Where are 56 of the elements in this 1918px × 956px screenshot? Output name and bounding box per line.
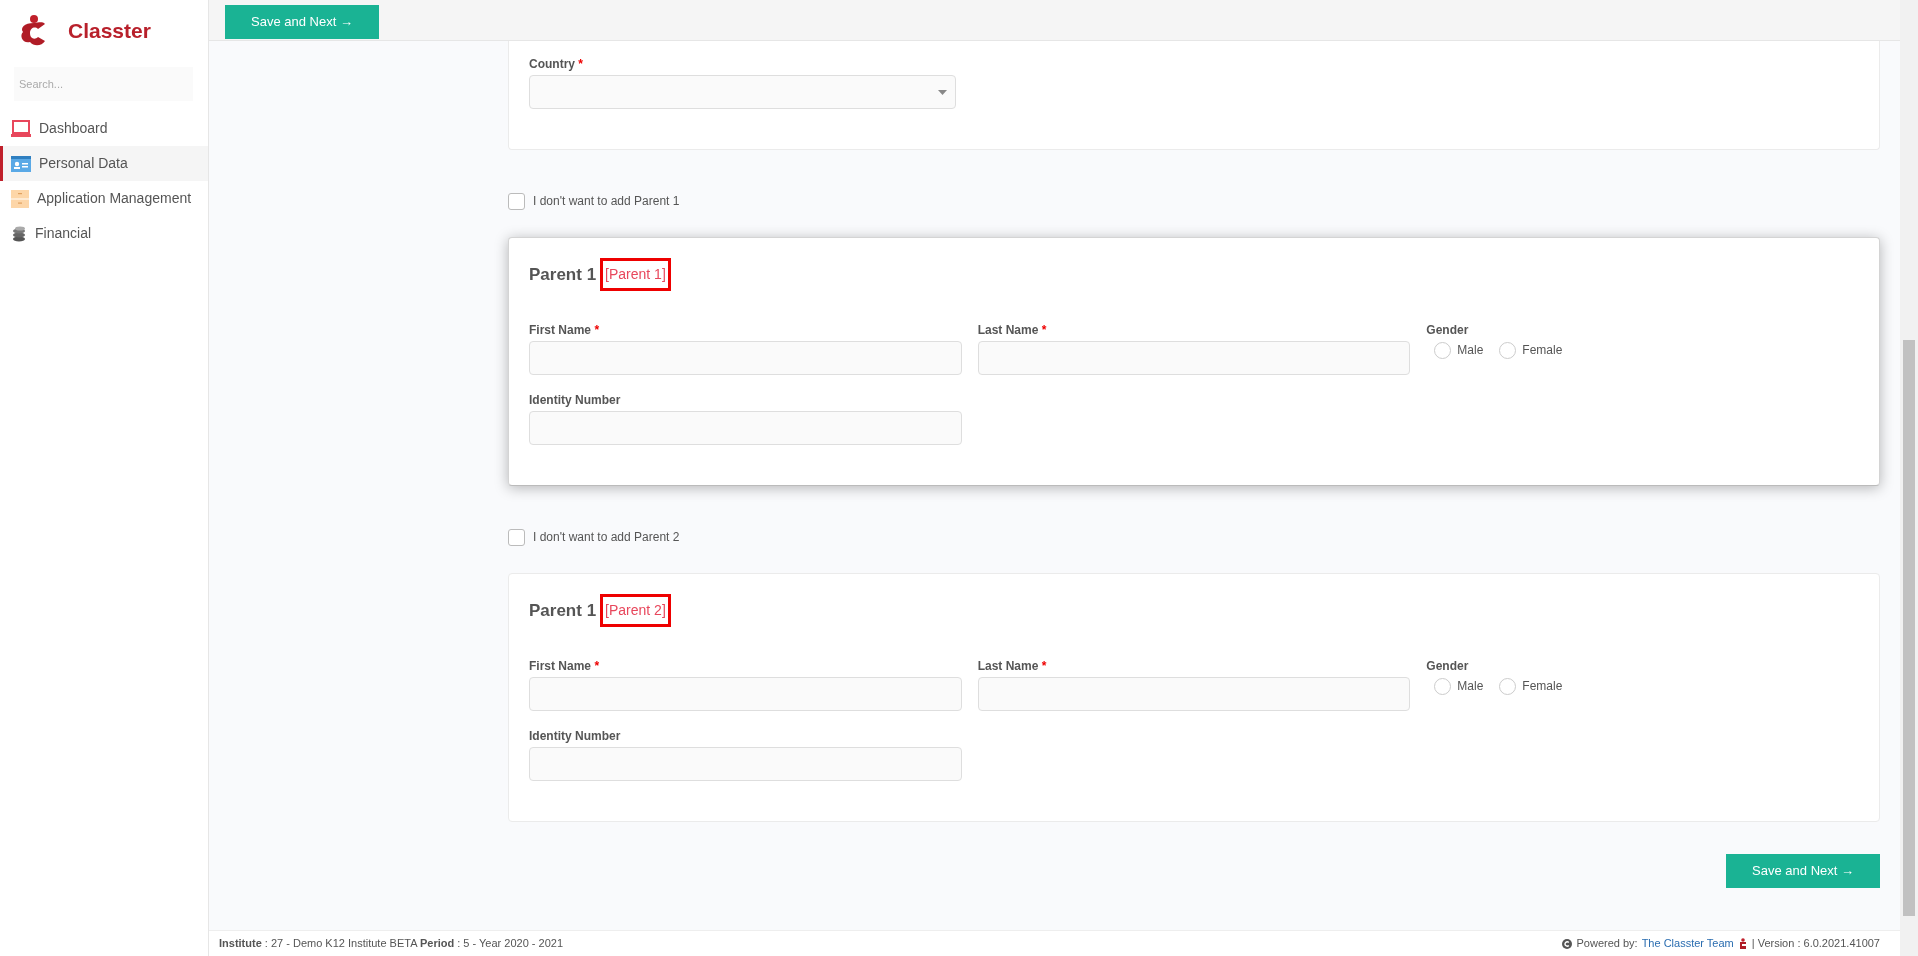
caret-icon	[938, 90, 948, 95]
text-field[interactable]	[529, 341, 962, 375]
section-tag: [Parent 2]	[600, 594, 671, 627]
field-label: Identity Number	[529, 729, 621, 743]
team-link[interactable]: The Classter Team	[1641, 935, 1734, 952]
field-label: Gender	[1426, 659, 1469, 673]
brand-name: Classter	[68, 18, 151, 45]
copyright-icon	[1562, 938, 1573, 949]
scrollbar[interactable]	[1900, 0, 1918, 956]
checkbox[interactable]	[508, 192, 525, 210]
country-select[interactable]	[529, 75, 957, 109]
text-field[interactable]	[529, 747, 962, 781]
coin-stack-icon	[11, 225, 27, 242]
footer-info: Institute : 27 - Demo K12 Institute BETA Period : 5 - Year 2020 - 2021	[219, 936, 564, 952]
sidebar-item[interactable]: Personal Data	[0, 146, 208, 181]
search-field[interactable]: Search...	[14, 67, 193, 101]
version-text: | Version : 6.0.2021.41007	[1751, 936, 1880, 952]
radio-button[interactable]	[1434, 677, 1452, 695]
logo-icon	[1737, 937, 1748, 950]
sidebar-item[interactable]: Financial	[0, 216, 208, 251]
checkbox-label: I don't want to add Parent 1	[533, 193, 680, 210]
field-label: Identity Number	[529, 393, 621, 407]
drawers-icon	[11, 189, 29, 208]
required-asterisk: *	[1041, 659, 1047, 673]
section-title: Parent 1	[529, 263, 597, 286]
laptop-icon	[11, 119, 31, 138]
id-card-icon	[11, 155, 31, 172]
scrollbar-thumb[interactable]	[1903, 340, 1915, 916]
sidebar-item[interactable]: Application Management	[0, 181, 208, 216]
radio-button[interactable]	[1499, 341, 1517, 359]
radio-button[interactable]	[1434, 341, 1452, 359]
field-label: Last Name	[977, 659, 1039, 673]
checkbox-label: I don't want to add Parent 2	[533, 529, 680, 546]
field-label: Gender	[1426, 323, 1469, 337]
section-title: Parent 1	[529, 599, 597, 622]
required-asterisk: *	[594, 323, 600, 337]
checkbox[interactable]	[508, 528, 525, 546]
radio-label: Female	[1522, 342, 1563, 359]
required-asterisk: *	[1041, 323, 1047, 337]
required-asterisk: *	[578, 57, 583, 71]
radio-label: Female	[1522, 678, 1563, 695]
radio-label: Male	[1457, 342, 1484, 359]
sidebar-item[interactable]: Dashboard	[0, 111, 208, 146]
required-asterisk: *	[594, 659, 600, 673]
text-field[interactable]	[529, 677, 962, 711]
radio-label: Male	[1457, 678, 1484, 695]
field-label: First Name	[529, 659, 592, 673]
field-label: Country	[529, 57, 575, 71]
text-field[interactable]	[977, 677, 1411, 711]
powered-by-text: Powered by:	[1576, 936, 1638, 952]
text-field[interactable]	[977, 341, 1411, 375]
text-field[interactable]	[529, 411, 962, 445]
field-label: First Name	[529, 323, 592, 337]
field-label: Last Name	[977, 323, 1039, 337]
section-tag: [Parent 1]	[600, 258, 671, 291]
radio-button[interactable]	[1499, 677, 1517, 695]
